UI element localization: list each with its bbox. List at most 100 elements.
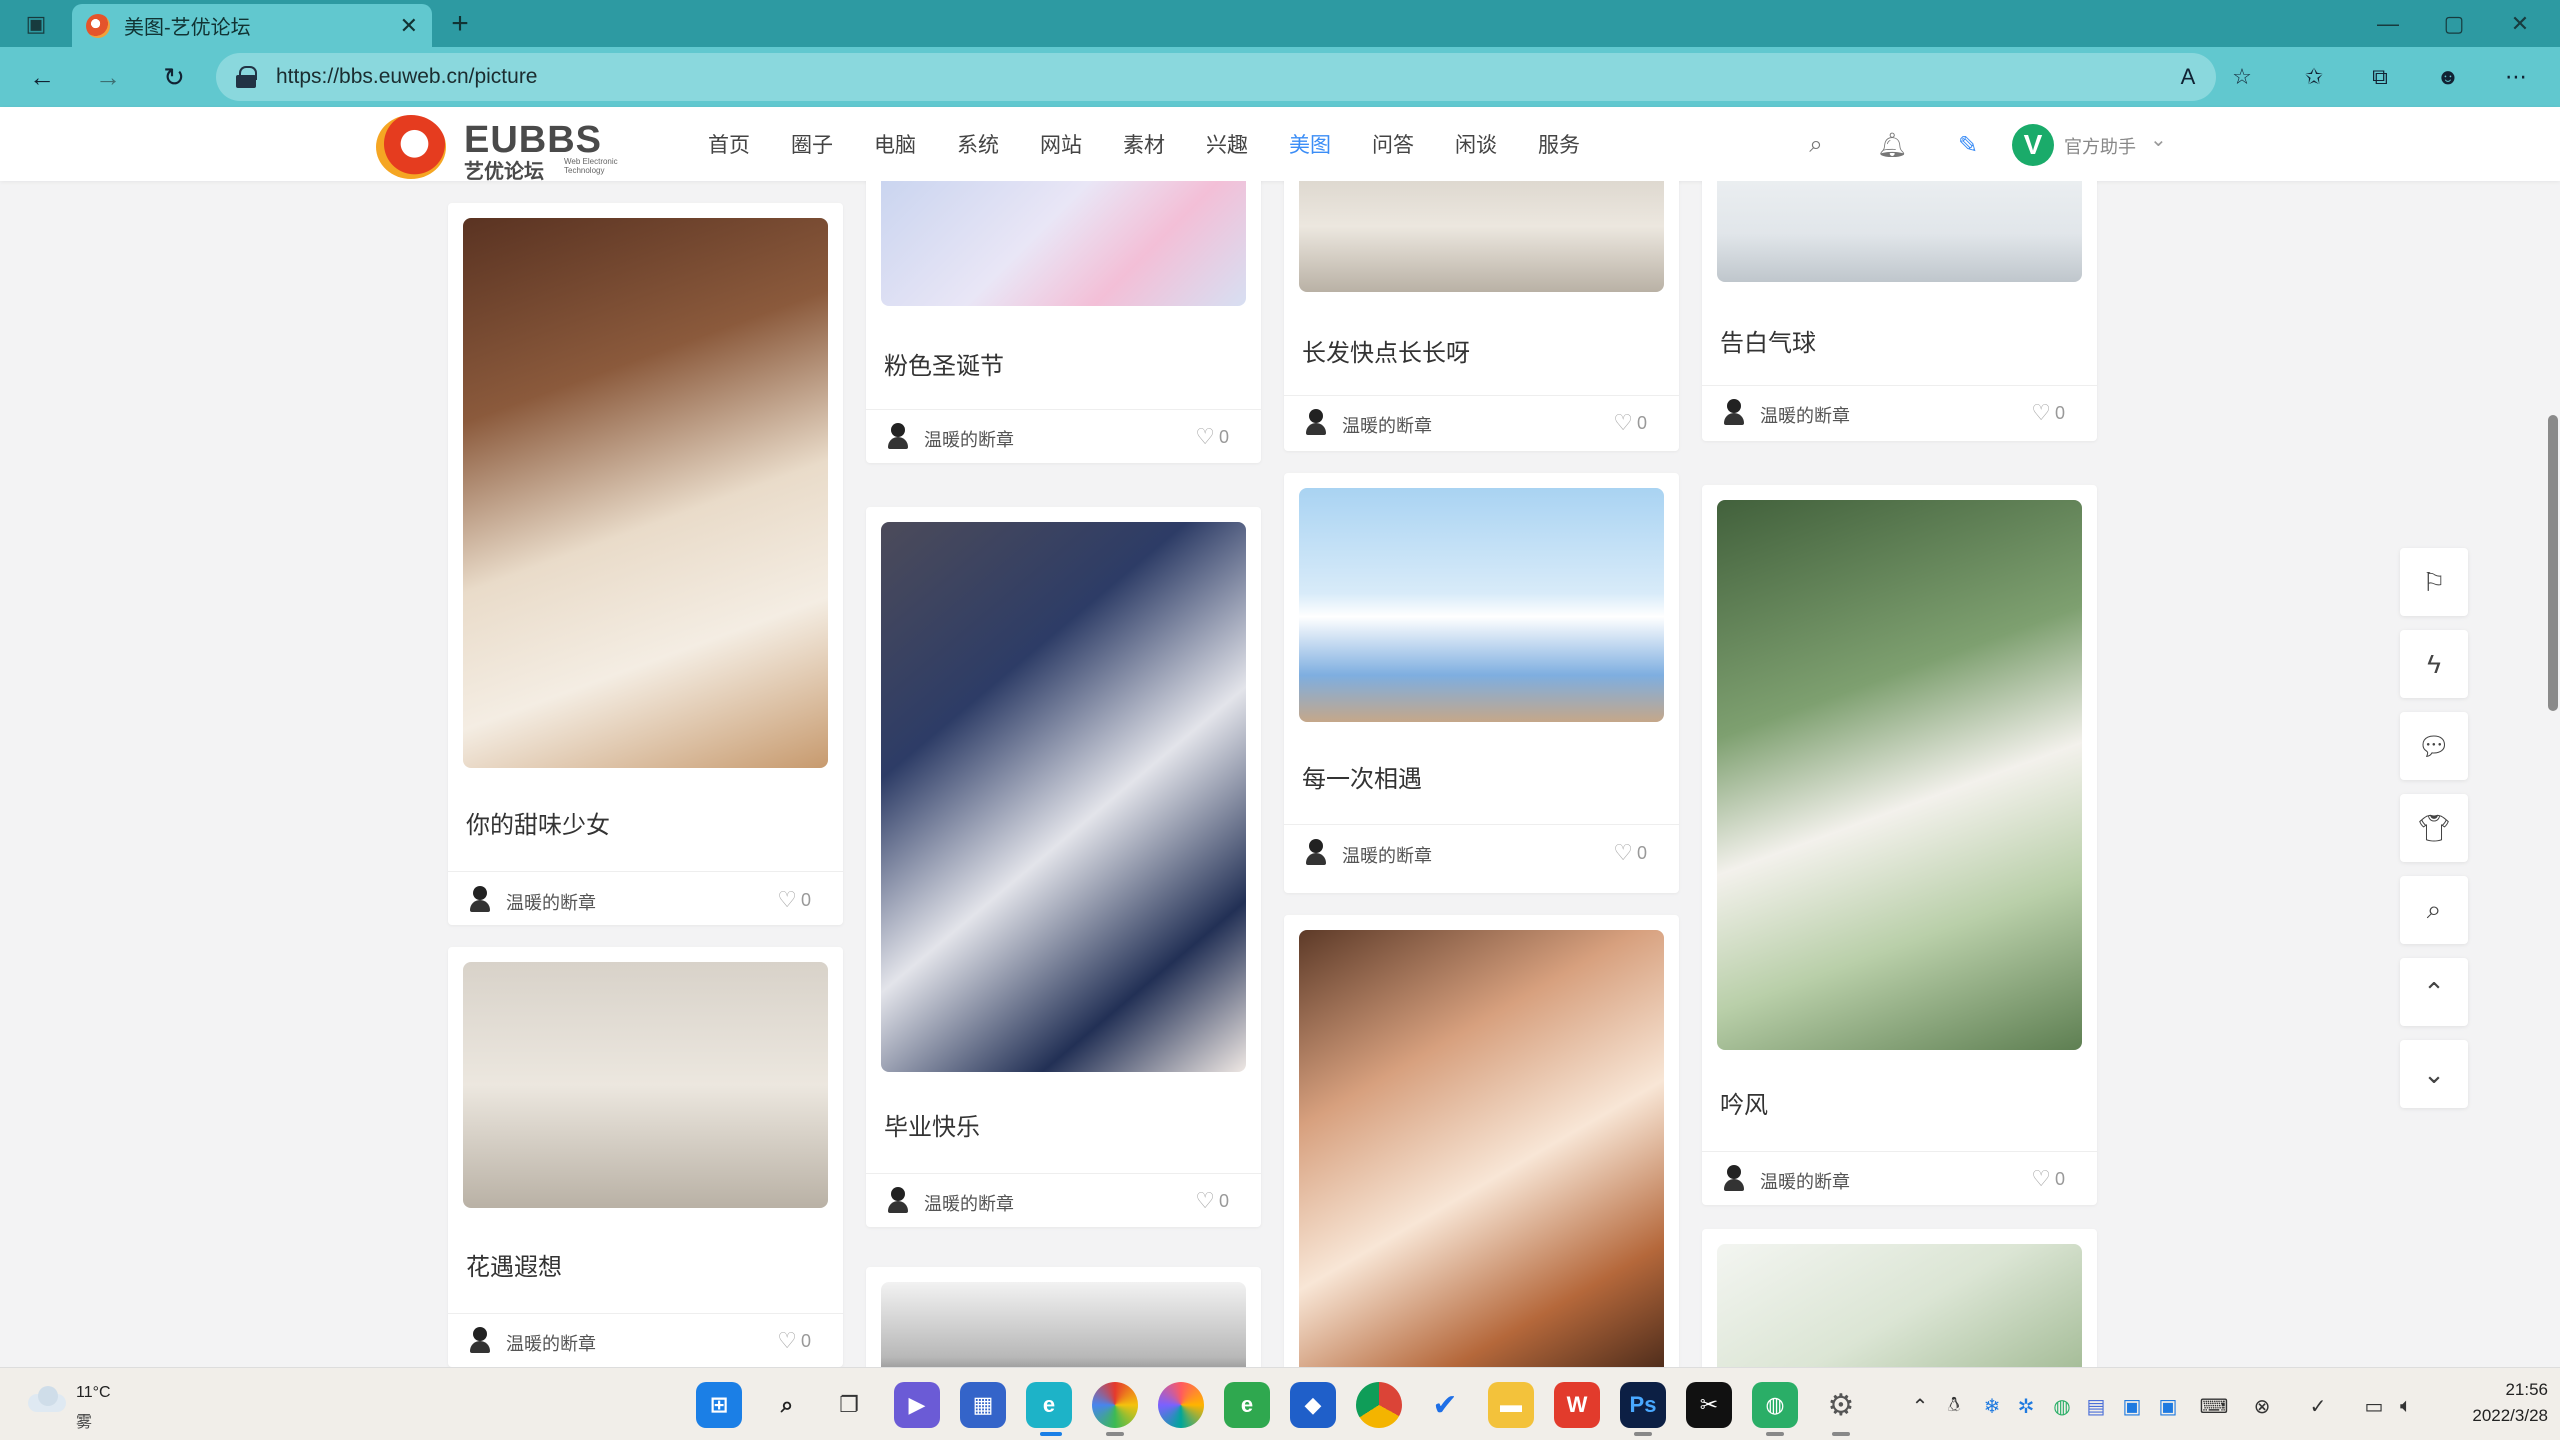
teams-chat-icon[interactable]: ▶	[894, 1382, 940, 1428]
post-title[interactable]: 毕业快乐	[884, 1107, 980, 1142]
search-icon[interactable]: ⌕	[764, 1382, 810, 1428]
tray-app-icon[interactable]: ▤	[2082, 1392, 2110, 1420]
blue-app-icon[interactable]: ◆	[1290, 1382, 1336, 1428]
todo-check-icon[interactable]: ✔	[1422, 1382, 1468, 1428]
like-button[interactable]: ♡ 0	[777, 887, 811, 913]
address-bar[interactable]: https://bbs.euweb.cn/picture	[216, 53, 2216, 101]
post-card[interactable]: 粉色圣诞节 温暖的断章 ♡ 0	[866, 181, 1261, 463]
nav-item-service[interactable]: 服务	[1538, 129, 1580, 159]
nav-item-interest[interactable]: 兴趣	[1206, 129, 1248, 159]
author-avatar-icon[interactable]	[470, 886, 490, 912]
post-card[interactable]: 毕业快乐 温暖的断章 ♡ 0	[866, 507, 1261, 1227]
ie-browser-icon[interactable]: e	[1224, 1382, 1270, 1428]
post-image[interactable]	[1299, 181, 1664, 292]
capcut-icon[interactable]: ✂	[1686, 1382, 1732, 1428]
post-author[interactable]: 温暖的断章	[924, 1190, 1014, 1216]
pen-check-icon[interactable]: ✓	[2304, 1392, 2332, 1420]
chevron-up-icon[interactable]: ⌃	[1906, 1392, 1934, 1420]
tray-app-icon[interactable]: ✲	[2012, 1392, 2040, 1420]
file-explorer-icon[interactable]: ▬	[1488, 1382, 1534, 1428]
network-icon[interactable]: ▭	[2360, 1392, 2388, 1420]
post-title[interactable]: 粉色圣诞节	[884, 346, 1004, 381]
new-tab-button[interactable]: +	[440, 5, 480, 43]
microsoft-store-icon[interactable]: ▦	[960, 1382, 1006, 1428]
author-avatar-icon[interactable]	[1306, 409, 1326, 435]
like-button[interactable]: ♡ 0	[1195, 424, 1229, 450]
add-favorite-icon[interactable]: ☆	[2222, 53, 2262, 101]
like-button[interactable]: ♡ 0	[1195, 1188, 1229, 1214]
like-button[interactable]: ♡ 0	[1613, 840, 1647, 866]
post-image[interactable]	[463, 962, 828, 1208]
minimize-window-icon[interactable]: —	[2362, 0, 2414, 47]
author-avatar-icon[interactable]	[1724, 1165, 1744, 1191]
keyboard-icon[interactable]: ⌨	[2200, 1392, 2229, 1420]
message-icon[interactable]: 💬︎	[2400, 712, 2468, 780]
report-flag-icon[interactable]: ⚐	[2400, 548, 2468, 616]
page-scrollbar[interactable]	[2548, 415, 2558, 711]
settings-gear-icon[interactable]: ⚙	[1818, 1382, 1864, 1428]
collections-icon[interactable]: ⧉	[2360, 53, 2400, 101]
volume-icon[interactable]: 🔈︎	[2392, 1392, 2420, 1420]
post-title[interactable]: 告白气球	[1720, 323, 1816, 358]
nav-item-home[interactable]: 首页	[708, 129, 750, 159]
site-logo[interactable]: EUBBS 艺优论坛 Web Electronic Technology	[376, 113, 636, 183]
post-title[interactable]: 花遇遐想	[466, 1247, 562, 1282]
author-avatar-icon[interactable]	[888, 423, 908, 449]
like-button[interactable]: ♡ 0	[2031, 1166, 2065, 1192]
post-card[interactable]: 花遇遐想 温暖的断章 ♡ 0	[448, 947, 843, 1367]
forward-arrow-icon[interactable]: →	[88, 57, 128, 97]
weather-temperature[interactable]: 11°C	[76, 1384, 111, 1402]
author-avatar-icon[interactable]	[888, 1187, 908, 1213]
post-card[interactable]: 你的甜味少女 温暖的断章 ♡ 0	[448, 203, 843, 925]
post-author[interactable]: 温暖的断章	[1760, 1168, 1850, 1194]
post-author[interactable]: 温暖的断章	[1342, 842, 1432, 868]
edge-browser-icon[interactable]: e	[1026, 1382, 1072, 1428]
qq-icon[interactable]: 🐧︎	[1940, 1392, 1968, 1420]
clock-date[interactable]: 2022/3/28	[2448, 1406, 2548, 1426]
search-icon[interactable]: ⌕	[2400, 876, 2468, 944]
post-card[interactable]	[866, 1267, 1261, 1367]
back-arrow-icon[interactable]: ←	[22, 57, 62, 97]
profile-avatar-icon[interactable]: ☻	[2428, 53, 2468, 101]
post-card[interactable]	[1702, 1229, 2097, 1367]
post-card[interactable]: 长发快点长长呀 温暖的断章 ♡ 0	[1284, 181, 1679, 451]
nav-item-circle[interactable]: 圈子	[791, 129, 833, 159]
post-image[interactable]	[1717, 181, 2082, 282]
chevron-down-icon[interactable]: ⌄	[2150, 127, 2167, 152]
post-image[interactable]	[1299, 488, 1664, 722]
nav-item-material[interactable]: 素材	[1123, 129, 1165, 159]
nav-item-website[interactable]: 网站	[1040, 129, 1082, 159]
like-button[interactable]: ♡ 0	[1613, 410, 1647, 436]
read-aloud-icon[interactable]: A	[2168, 53, 2208, 101]
post-image[interactable]	[881, 522, 1246, 1072]
compose-icon[interactable]: ✎	[1948, 125, 1988, 165]
post-card[interactable]: 每一次相遇 温暖的断章 ♡ 0	[1284, 473, 1679, 893]
more-menu-icon[interactable]: ⋯	[2496, 53, 2536, 101]
post-card[interactable]	[1284, 915, 1679, 1367]
author-avatar-icon[interactable]	[1306, 839, 1326, 865]
browser-tab-active[interactable]: 美图-艺优论坛 ✕	[72, 4, 432, 47]
post-title[interactable]: 吟风	[1720, 1085, 1768, 1120]
close-tab-icon[interactable]: ✕	[400, 13, 418, 39]
wps-office-icon[interactable]: W	[1554, 1382, 1600, 1428]
tray-app-icon[interactable]: ▣	[2154, 1392, 2182, 1420]
weather-description[interactable]: 雾	[76, 1408, 92, 1432]
url-text[interactable]: https://bbs.euweb.cn/picture	[276, 65, 538, 89]
like-button[interactable]: ♡ 0	[777, 1328, 811, 1354]
tray-app-icon[interactable]: ▣	[2118, 1392, 2146, 1420]
post-title[interactable]: 每一次相遇	[1302, 759, 1422, 794]
post-image[interactable]	[463, 218, 828, 768]
windows-start-icon[interactable]: ⊞	[696, 1382, 742, 1428]
nav-item-chat[interactable]: 闲谈	[1455, 129, 1497, 159]
author-avatar-icon[interactable]	[1724, 399, 1744, 425]
shirt-icon[interactable]: 👕︎	[2400, 794, 2468, 862]
photoshop-icon[interactable]: Ps	[1620, 1382, 1666, 1428]
post-author[interactable]: 温暖的断章	[506, 1330, 596, 1356]
clock-time[interactable]: 21:56	[2488, 1380, 2548, 1400]
color-app-icon[interactable]	[1092, 1382, 1138, 1428]
post-image[interactable]	[1299, 930, 1664, 1367]
wechat-tray-icon[interactable]: ◍	[2048, 1392, 2076, 1420]
search-icon[interactable]: ⌕	[1796, 125, 1836, 165]
tab-actions-icon[interactable]: ▣	[10, 0, 62, 47]
flash-icon[interactable]: ϟ	[2400, 630, 2468, 698]
